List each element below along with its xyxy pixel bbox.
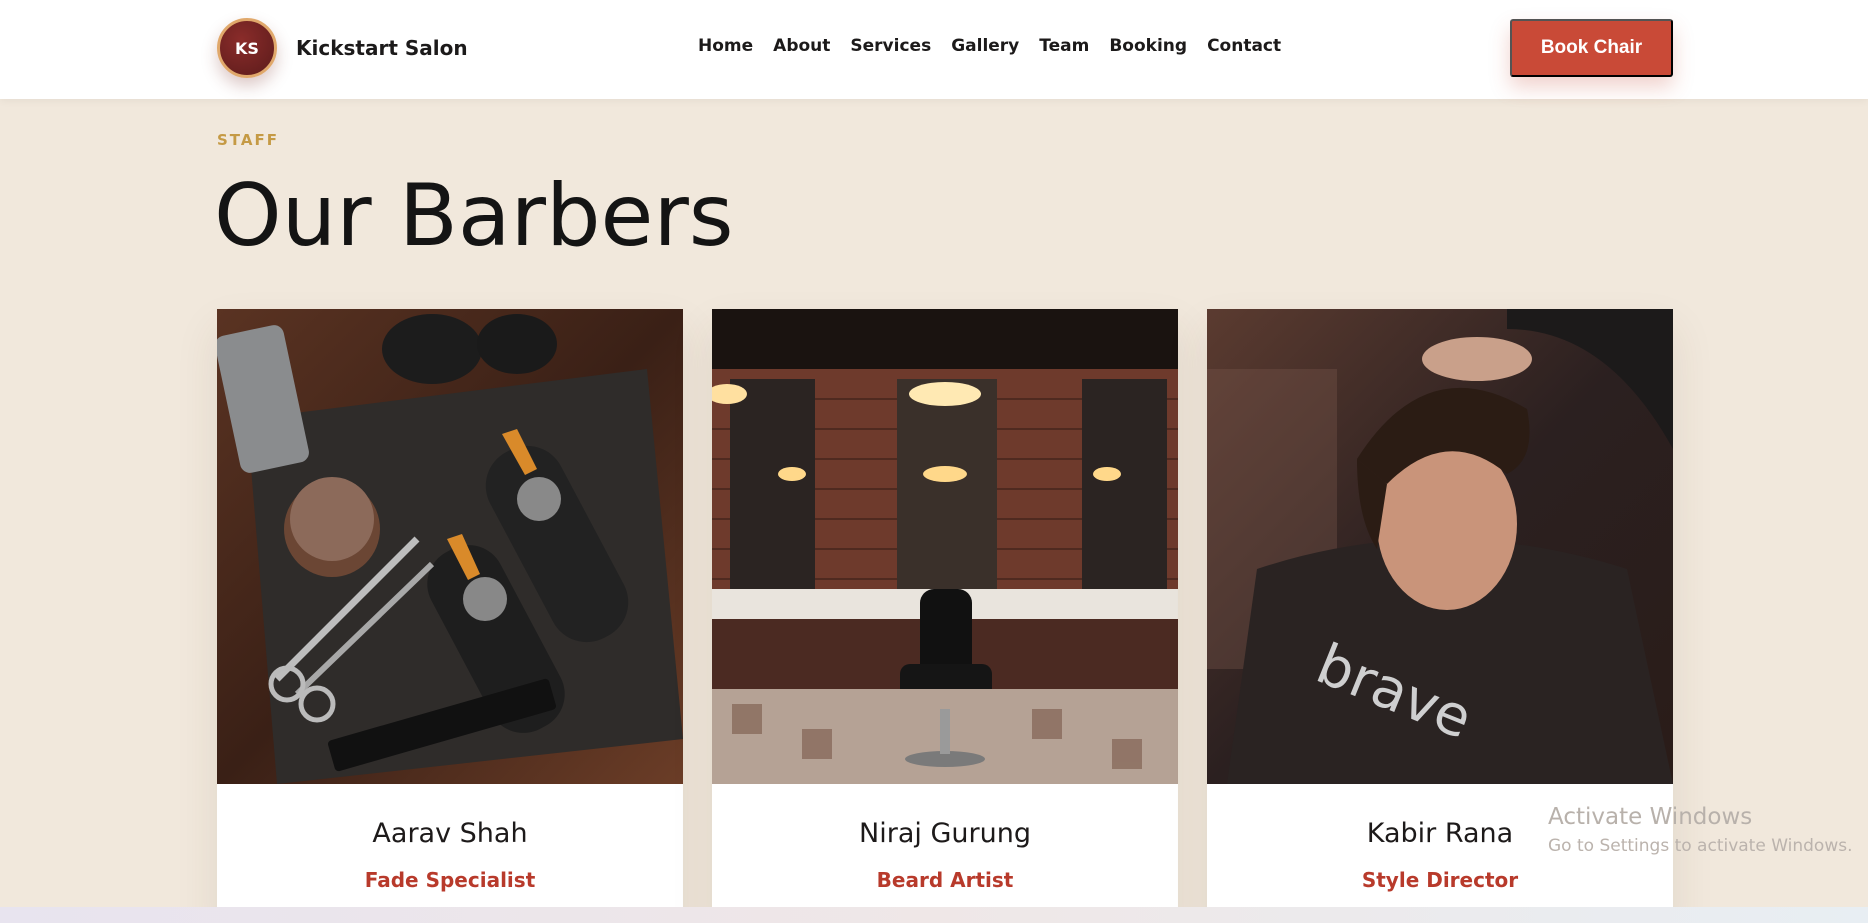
section-title: Our Barbers (214, 166, 734, 266)
barber-photo-interior (712, 309, 1178, 784)
barber-card[interactable]: Niraj Gurung Beard Artist (712, 309, 1178, 923)
barber-name: Aarav Shah (372, 818, 528, 849)
book-chair-button[interactable]: Book Chair (1510, 19, 1673, 77)
barber-role: Fade Specialist (364, 868, 536, 892)
main-nav: Home About Services Gallery Team Booking… (698, 36, 1281, 56)
barber-photo-clippers (217, 309, 683, 784)
barber-name: Niraj Gurung (859, 818, 1031, 849)
nav-booking[interactable]: Booking (1109, 36, 1187, 56)
activation-title: Activate Windows (1548, 804, 1753, 830)
site-header: KS Kickstart Salon Home About Services G… (0, 0, 1868, 99)
brand[interactable]: KS Kickstart Salon (217, 18, 468, 78)
brand-logo[interactable]: KS (217, 18, 277, 78)
brand-name[interactable]: Kickstart Salon (296, 36, 468, 60)
section-eyebrow: STAFF (217, 131, 279, 149)
activation-subtitle: Go to Settings to activate Windows. (1548, 836, 1853, 856)
windows-activation-watermark: Activate Windows Go to Settings to activ… (1548, 804, 1853, 856)
nav-contact[interactable]: Contact (1207, 36, 1281, 56)
nav-gallery[interactable]: Gallery (951, 36, 1019, 56)
nav-team[interactable]: Team (1039, 36, 1089, 56)
nav-home[interactable]: Home (698, 36, 753, 56)
taskbar (0, 907, 1868, 923)
nav-services[interactable]: Services (850, 36, 931, 56)
nav-about[interactable]: About (773, 36, 830, 56)
barber-card[interactable]: Aarav Shah Fade Specialist (217, 309, 683, 923)
barber-role: Style Director (1361, 868, 1519, 892)
barber-role: Beard Artist (876, 868, 1014, 892)
barber-photo-haircut: brave (1207, 309, 1673, 784)
